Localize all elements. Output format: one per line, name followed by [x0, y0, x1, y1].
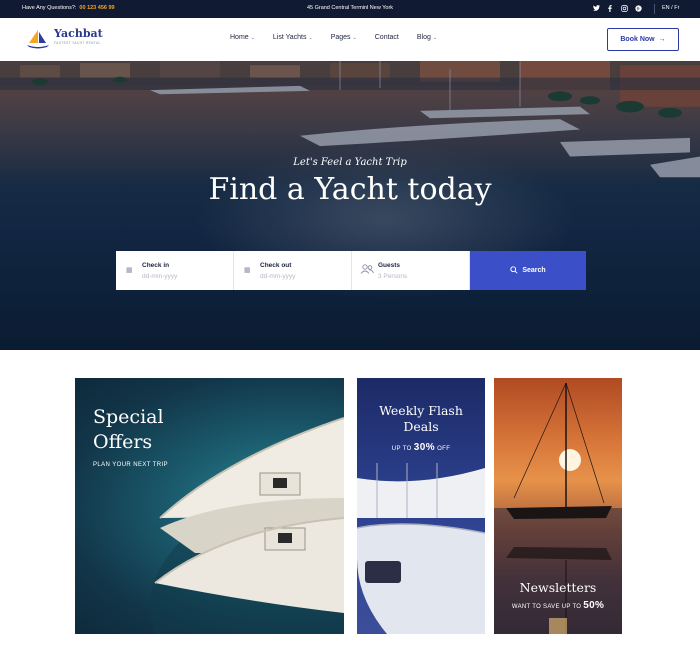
calendar-icon: ▦ [244, 267, 251, 274]
title-line: Special [93, 406, 164, 428]
sailboat-logo-icon [27, 30, 49, 49]
newsletters-card[interactable]: Newsletters WANT TO SAVE UP TO 50% [494, 378, 622, 634]
flash-deals-card[interactable]: Weekly Flash Deals UP TO 30% OFF [357, 378, 485, 634]
book-now-button[interactable]: Book Now → [607, 28, 679, 51]
special-offers-title: Special Offers [93, 405, 164, 455]
logo-name: Yachbat [54, 27, 103, 40]
flash-deals-subtitle: UP TO 30% OFF [357, 442, 485, 453]
booking-search-bar: ▦ Check in dd-mm-yyyy ▦ Check out dd-mm-… [116, 251, 586, 290]
nav-item-contact[interactable]: Contact [375, 34, 399, 41]
nav-item-home[interactable]: Home ⌄ [230, 34, 255, 41]
search-icon [510, 265, 518, 276]
checkout-field[interactable]: ▦ Check out dd-mm-yyyy [234, 251, 352, 290]
subtitle-suffix: OFF [435, 446, 451, 452]
book-now-label: Book Now [620, 36, 655, 43]
nav-label: List Yachts [272, 34, 307, 41]
special-offers-subtitle: PLAN YOUR NEXT TRIP [93, 462, 168, 468]
nav-label: Contact [374, 34, 399, 41]
nav-item-pages[interactable]: Pages ⌄ [331, 34, 357, 41]
discount-value: 50% [583, 600, 605, 611]
hero-script-subtitle: Let's Feel a Yacht Trip [293, 157, 407, 168]
subtitle-prefix: WANT TO SAVE UP TO [511, 604, 584, 610]
discount-value: 30% [413, 442, 436, 453]
pinterest-icon[interactable] [634, 3, 642, 13]
top-bar: Have Any Questions?: 00 123 456 99 45 Gra… [0, 0, 700, 18]
twitter-icon[interactable] [592, 3, 600, 13]
guests-field[interactable]: Guests 3 Persons [352, 251, 470, 290]
newsletters-subtitle: WANT TO SAVE UP TO 50% [494, 600, 622, 611]
title-line: Deals [403, 419, 439, 434]
guests-label: Guests [378, 262, 401, 269]
nav-item-blog[interactable]: Blog ⌄ [417, 34, 437, 41]
nav-label: Pages [330, 34, 351, 41]
facebook-icon[interactable] [606, 3, 614, 13]
title-line: Offers [93, 431, 153, 453]
flash-deals-title: Weekly Flash Deals [357, 403, 485, 435]
hero-banner: Let's Feel a Yacht Trip Find a Yacht tod… [0, 61, 700, 350]
checkout-label: Check out [260, 262, 292, 269]
instagram-icon[interactable] [620, 3, 628, 13]
nav-label: Home [230, 34, 249, 41]
nav-item-list-yachts[interactable]: List Yachts ⌄ [273, 34, 313, 41]
subtitle-prefix: UP TO [391, 446, 414, 452]
checkout-input[interactable]: dd-mm-yyyy [260, 273, 295, 280]
calendar-icon: ▦ [126, 267, 133, 274]
checkin-input[interactable]: dd-mm-yyyy [142, 273, 177, 280]
checkin-label: Check in [142, 262, 170, 269]
chevron-down-icon: ⌄ [352, 34, 357, 41]
nav-label: Blog [416, 34, 431, 41]
checkin-field[interactable]: ▦ Check in dd-mm-yyyy [116, 251, 234, 290]
search-button[interactable]: Search [470, 251, 586, 290]
guests-select[interactable]: 3 Persons [378, 273, 407, 280]
social-links [592, 3, 642, 13]
hero-title: Find a Yacht today [208, 172, 492, 207]
chevron-down-icon: ⌄ [308, 34, 313, 41]
main-nav: Home ⌄ List Yachts ⌄ Pages ⌄ Contact Blog ⌄ [230, 34, 455, 41]
search-button-label: Search [522, 267, 546, 274]
language-switcher[interactable]: EN / Fr [662, 5, 679, 11]
chevron-down-icon: ⌄ [250, 34, 255, 41]
chevron-down-icon: ⌄ [432, 34, 438, 41]
newsletters-title: Newsletters [519, 580, 597, 595]
arrow-right-icon: → [658, 36, 666, 43]
logo-tagline: FASTEST YACHT RENTAL [54, 41, 101, 45]
site-header: Yachbat FASTEST YACHT RENTAL Home ⌄ List … [0, 18, 700, 61]
site-logo[interactable]: Yachbat FASTEST YACHT RENTAL [25, 28, 103, 50]
title-line: Weekly Flash [379, 403, 463, 418]
topbar-divider [654, 4, 655, 14]
special-offers-card[interactable]: Special Offers PLAN YOUR NEXT TRIP [75, 378, 344, 634]
users-icon [360, 264, 374, 276]
logo-text: Yachbat FASTEST YACHT RENTAL [54, 27, 103, 46]
sailboat-sunset-image [494, 382, 622, 634]
